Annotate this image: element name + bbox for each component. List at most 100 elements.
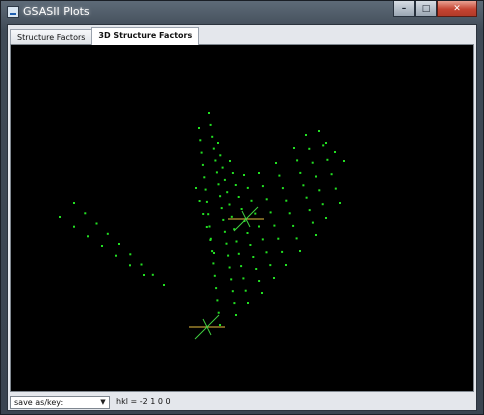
reflection-point [237, 252, 240, 255]
reflection-point [234, 184, 237, 186]
reflection-point [129, 253, 132, 256]
plot-window: GSASII Plots – □ ✕ Structure Factors 3D … [0, 0, 484, 415]
chevron-down-icon[interactable]: ▼ [98, 397, 108, 408]
reflection-point [199, 139, 202, 142]
reflection-point [250, 199, 253, 202]
reflection-point [325, 142, 327, 144]
reflection-point [278, 174, 281, 177]
reflection-point [59, 216, 61, 218]
status-bar: save as/key: ▼ hkl = -2 1 0 0 [10, 395, 474, 410]
reflection-point [308, 209, 311, 212]
reflection-point [223, 230, 226, 233]
3d-plot-svg[interactable] [11, 45, 473, 391]
tab-structure-factors[interactable]: Structure Factors [10, 29, 93, 45]
reflection-point [261, 292, 263, 294]
reflection-point [212, 147, 215, 150]
reflection-point [237, 196, 240, 198]
reflection-point [219, 195, 222, 198]
tab-3d-structure-factors[interactable]: 3D Structure Factors [91, 27, 200, 45]
minimize-button[interactable]: – [393, 1, 415, 17]
reflection-point [305, 134, 307, 136]
app-icon [7, 6, 19, 18]
reflection-point [220, 207, 223, 210]
reflection-point [334, 187, 337, 190]
reflection-point [315, 175, 317, 178]
origin-marker [189, 314, 225, 340]
title-bar[interactable]: GSASII Plots – □ ✕ [1, 1, 483, 23]
reflection-point [246, 186, 249, 189]
reflection-point [215, 171, 218, 174]
reflection-point [318, 189, 321, 192]
reflection-point [273, 277, 275, 279]
reflection-point [213, 274, 216, 277]
reflection-point [244, 289, 247, 292]
reflection-point [217, 142, 219, 144]
reflection-point [115, 254, 117, 257]
reflection-point [242, 277, 245, 280]
reflection-point [198, 127, 200, 129]
reflection-point [265, 251, 268, 254]
reflection-point [315, 234, 317, 236]
reflection-point [225, 242, 228, 245]
maximize-button[interactable]: □ [415, 1, 437, 17]
reflection-point [202, 213, 205, 215]
reflection-point [207, 213, 210, 216]
reflection-point [308, 147, 311, 150]
reflection-point [217, 311, 220, 314]
reflection-point [101, 245, 103, 247]
reflection-point [285, 199, 288, 202]
save-as-key-select[interactable]: save as/key: ▼ [10, 396, 110, 409]
reflection-point [222, 218, 225, 221]
close-button[interactable]: ✕ [437, 1, 477, 17]
reflection-point [118, 243, 120, 245]
reflection-point [209, 239, 212, 241]
reflection-point [261, 185, 264, 188]
reflection-point [140, 263, 143, 266]
reflection-point [215, 287, 218, 290]
reflection-point [213, 252, 215, 254]
reflection-point [228, 203, 231, 206]
reflection-point [231, 172, 234, 174]
window-title: GSASII Plots [23, 5, 90, 18]
reflection-point [269, 211, 272, 214]
reflection-point [269, 264, 272, 267]
reflection-point [243, 174, 245, 176]
reflection-point [235, 314, 237, 316]
reflection-point [208, 112, 210, 114]
reflection-point [246, 232, 249, 234]
reflection-point [281, 250, 284, 253]
reflection-point [311, 221, 314, 224]
reflection-point [311, 161, 314, 164]
reflection-point [229, 160, 231, 162]
reflection-point [265, 198, 268, 201]
reflection-point [249, 244, 252, 246]
reflection-point [203, 176, 206, 179]
reflection-point [322, 144, 325, 147]
reflection-point [293, 147, 295, 149]
save-as-key-value: save as/key: [14, 398, 64, 407]
reflection-point [240, 208, 243, 210]
reflection-point [261, 238, 264, 241]
3d-plot-canvas[interactable] [10, 44, 474, 392]
reflection-point [302, 184, 305, 187]
tab-bar: Structure Factors 3D Structure Factors [10, 27, 200, 45]
reflection-point [334, 151, 336, 153]
reflection-point [200, 151, 203, 154]
reflection-point [219, 324, 221, 326]
reflection-point [201, 163, 204, 166]
reflection-point [305, 196, 308, 199]
reflection-point [255, 268, 258, 270]
reflection-point [143, 274, 145, 276]
reflection-point [211, 250, 214, 253]
reflection-point [209, 123, 212, 126]
reflection-point [226, 191, 229, 194]
reflection-point [330, 173, 333, 176]
window-controls: – □ ✕ [393, 1, 477, 18]
reflection-point [198, 200, 201, 202]
reflection-point [84, 212, 87, 215]
reflection-point [208, 225, 211, 228]
reflection-point [295, 237, 298, 240]
reflection-point [228, 266, 231, 269]
reflection-point [258, 225, 260, 228]
reflection-point [95, 222, 98, 225]
